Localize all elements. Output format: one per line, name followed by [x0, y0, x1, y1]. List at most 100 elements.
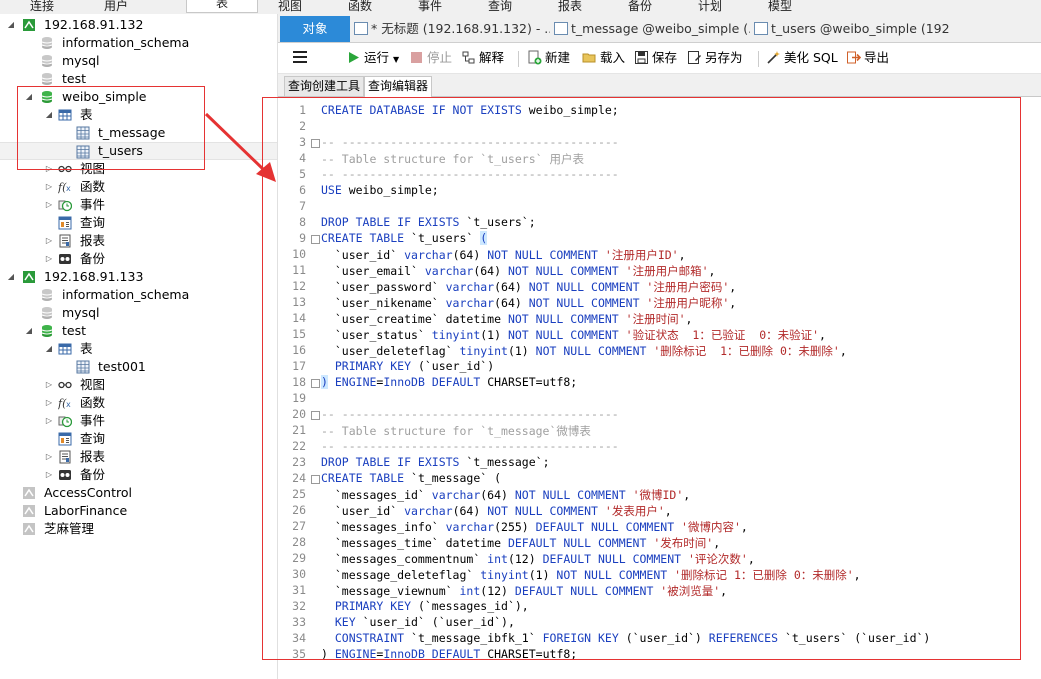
explain-button[interactable]: 解释 [461, 49, 504, 67]
tree-node[interactable]: ▷ 报表 [0, 448, 277, 466]
server-icon [22, 270, 36, 284]
save-as-label: 另存为 [705, 50, 743, 65]
server-icon [22, 18, 36, 32]
expand-arrow-icon[interactable]: ▷ [44, 376, 54, 394]
tree-node[interactable]: information_schema [0, 286, 277, 304]
collapse-arrow-icon[interactable]: ◢ [24, 322, 34, 340]
menu-item-5[interactable]: 事件 [418, 0, 442, 14]
database-grey-icon [40, 36, 54, 50]
tree-node-label: LaborFinance [44, 503, 128, 518]
tree-node-label: 表 [80, 341, 93, 356]
tree-node[interactable]: ◢ 192.168.91.133 [0, 268, 277, 286]
tree-node[interactable]: ◢ 表 [0, 340, 277, 358]
tree-node[interactable]: LaborFinance [0, 502, 277, 520]
toolbar-divider [758, 51, 759, 67]
stop-button[interactable]: 停止 [409, 49, 452, 67]
tree-node-label: 备份 [80, 251, 106, 266]
menu-item-10[interactable]: 模型 [768, 0, 792, 14]
tree-node-label: 192.168.91.133 [44, 269, 144, 284]
tab-untitled-query[interactable]: * 无标题 (192.168.91.132) - ... [354, 16, 550, 42]
hamburger-icon [293, 51, 307, 63]
tree-node[interactable]: ◢ test [0, 322, 277, 340]
collapse-arrow-icon[interactable]: ◢ [6, 16, 16, 34]
export-button[interactable]: 导出 [846, 49, 889, 67]
expand-arrow-icon[interactable]: ▷ [44, 412, 54, 430]
tree-node[interactable]: ▷ 备份 [0, 250, 277, 268]
editor-mode-tabs: 查询创建工具 查询编辑器 [278, 74, 1041, 97]
collapse-arrow-icon[interactable]: ◢ [44, 340, 54, 358]
database-grey-icon [40, 288, 54, 302]
connection-icon [22, 522, 36, 536]
beautify-sql-button[interactable]: 美化 SQL [766, 49, 838, 67]
tab-query-builder[interactable]: 查询创建工具 [284, 76, 365, 96]
tree-node-label: test [62, 323, 87, 338]
beautify-label: 美化 SQL [784, 50, 838, 65]
expand-arrow-icon[interactable]: ▷ [44, 466, 54, 484]
menu-bar: 连接 用户 表 视图 函数 事件 查询 报表 备份 计划 模型 [0, 0, 1041, 15]
tree-node[interactable]: 查询 [0, 430, 277, 448]
database-grey-icon [40, 72, 54, 86]
expand-arrow-icon[interactable]: ▷ [44, 196, 54, 214]
expand-arrow-icon[interactable]: ▷ [44, 178, 54, 196]
tree-node-label: 视图 [80, 377, 106, 392]
database-grey-icon [40, 54, 54, 68]
tab-label: t_message @weibo_simple (... [571, 21, 750, 36]
function-icon: f(x [57, 180, 72, 194]
database-green-icon [40, 324, 54, 338]
export-label: 导出 [864, 50, 890, 65]
tree-node[interactable]: mysql [0, 52, 277, 70]
tree-node[interactable]: ▷ 事件 [0, 196, 277, 214]
tab-label: t_users @weibo_simple (192... [771, 21, 950, 36]
save-button[interactable]: 保存 [634, 49, 677, 67]
collapse-arrow-icon[interactable]: ◢ [6, 268, 16, 286]
menu-item-4[interactable]: 函数 [348, 0, 372, 14]
view-icon [58, 378, 72, 392]
report-icon [58, 450, 72, 464]
query-icon [58, 216, 72, 230]
tree-node-label: mysql [62, 305, 100, 320]
menu-item-2[interactable]: 表 [186, 0, 258, 13]
expand-arrow-icon[interactable]: ▷ [44, 394, 54, 412]
menu-item-6[interactable]: 查询 [488, 0, 512, 14]
tree-node[interactable]: ▷ 报表 [0, 232, 277, 250]
menu-item-3[interactable]: 视图 [278, 0, 302, 14]
run-label: 运行 [364, 50, 390, 65]
tree-node[interactable]: 查询 [0, 214, 277, 232]
tree-node-label: 查询 [80, 431, 106, 446]
svg-text:x: x [66, 400, 71, 409]
tab-objects[interactable]: 对象 [280, 16, 350, 42]
expand-arrow-icon[interactable]: ▷ [44, 250, 54, 268]
expand-arrow-icon[interactable]: ▷ [44, 448, 54, 466]
tree-node[interactable]: mysql [0, 304, 277, 322]
tree-node[interactable]: ▷ 事件 [0, 412, 277, 430]
function-icon: f(x [57, 396, 72, 410]
tab-t-users[interactable]: t_users @weibo_simple (192... [754, 16, 950, 42]
tree-node[interactable]: 芝麻管理 [0, 520, 277, 538]
tree-node[interactable]: ▷ 视图 [0, 376, 277, 394]
tree-node[interactable]: ◢ 192.168.91.132 [0, 16, 277, 34]
expand-arrow-icon[interactable]: ▷ [44, 232, 54, 250]
tree-node[interactable]: AccessControl [0, 484, 277, 502]
tab-t-message[interactable]: t_message @weibo_simple (... [554, 16, 750, 42]
load-button[interactable]: 载入 [582, 49, 625, 67]
event-icon [58, 198, 73, 212]
tree-node-label: 报表 [80, 233, 106, 248]
tree-node[interactable]: test001 [0, 358, 277, 376]
tree-node[interactable]: ▷ 备份 [0, 466, 277, 484]
stop-label: 停止 [427, 50, 453, 65]
database-grey-icon [40, 306, 54, 320]
save-as-button[interactable]: 另存为 [687, 49, 743, 67]
hamburger-menu-button[interactable] [292, 49, 308, 67]
tab-query-editor[interactable]: 查询编辑器 [364, 76, 433, 97]
svg-text:x: x [66, 184, 71, 193]
dropdown-arrow-icon[interactable]: ▼ [393, 55, 399, 64]
menu-item-1[interactable]: 用户 [104, 0, 128, 14]
tree-node[interactable]: ▷ f(x 函数 [0, 394, 277, 412]
new-button[interactable]: 新建 [527, 49, 570, 67]
menu-item-8[interactable]: 备份 [628, 0, 652, 14]
run-button[interactable]: 运行 ▼ [346, 49, 399, 67]
menu-item-0[interactable]: 连接 [30, 0, 54, 14]
tree-node[interactable]: information_schema [0, 34, 277, 52]
menu-item-7[interactable]: 报表 [558, 0, 582, 14]
menu-item-9[interactable]: 计划 [698, 0, 722, 14]
